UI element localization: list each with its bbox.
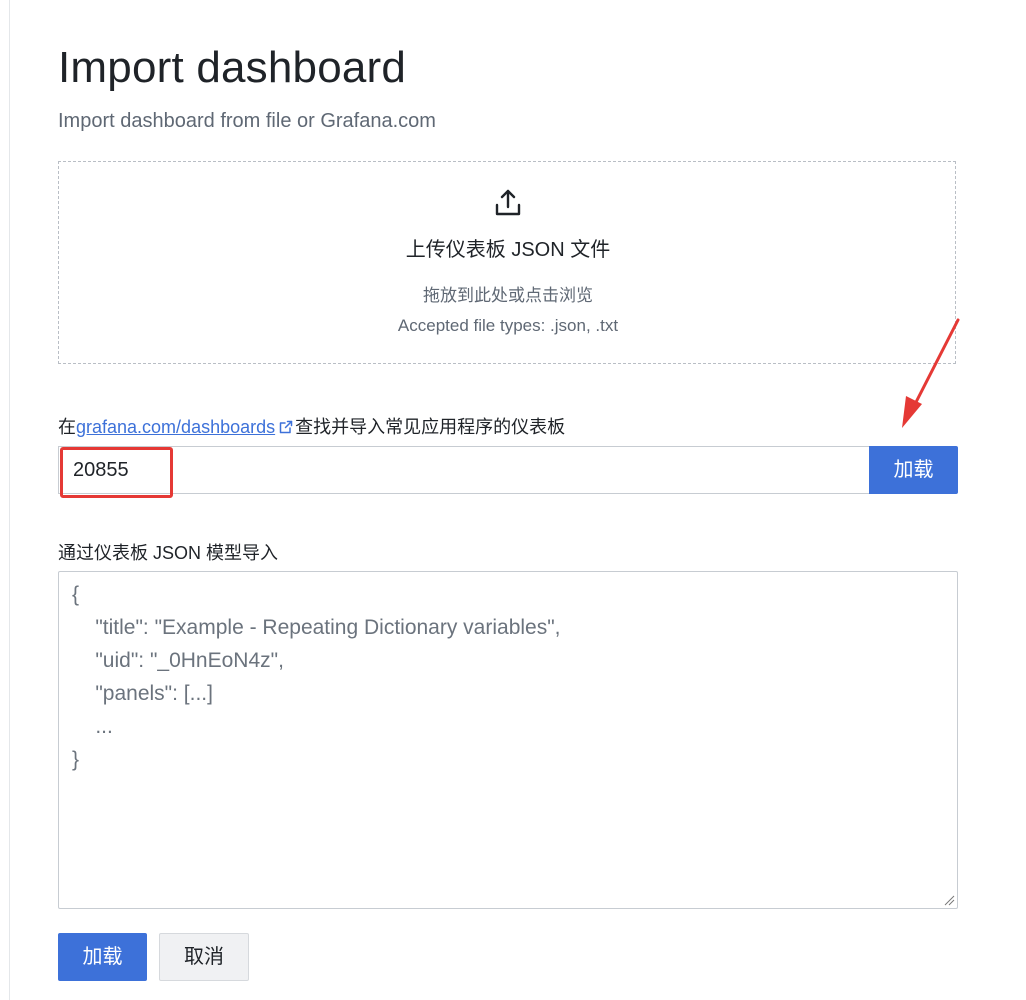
- grafana-com-label: 在grafana.com/dashboards 查找并导入常见应用程序的仪表板: [58, 414, 565, 440]
- grafana-dashboard-id-input[interactable]: [58, 446, 870, 494]
- json-placeholder-line: "title": "Example - Repeating Dictionary…: [72, 616, 561, 639]
- grafana-com-label-suffix: 查找并导入常见应用程序的仪表板: [295, 417, 566, 437]
- external-link-icon[interactable]: [279, 415, 293, 434]
- json-model-placeholder: { "title": "Example - Repeating Dictiona…: [72, 578, 561, 776]
- accepted-file-types: Accepted file types: .json, .txt: [397, 316, 619, 335]
- page-title: Import dashboard: [58, 43, 407, 92]
- load-button[interactable]: 加载: [58, 933, 147, 981]
- textarea-resize-handle[interactable]: [943, 894, 955, 906]
- upload-heading: 上传仪表板 JSON 文件: [405, 239, 611, 261]
- sidebar-divider: [9, 0, 10, 1000]
- json-placeholder-line: }: [72, 748, 80, 771]
- page-subtitle: Import dashboard from file or Grafana.co…: [58, 110, 436, 132]
- grafana-com-label-prefix: 在: [58, 417, 76, 437]
- json-placeholder-line: "uid": "_0HnEoN4z",: [72, 649, 284, 672]
- upload-browse-hint: 拖放到此处或点击浏览: [423, 286, 593, 305]
- json-placeholder-line: ...: [72, 715, 113, 738]
- cancel-button[interactable]: 取消: [159, 933, 249, 981]
- json-placeholder-line: "panels": [...]: [72, 682, 213, 705]
- json-placeholder-line: {: [72, 583, 80, 606]
- grafana-com-load-button[interactable]: 加载: [869, 446, 958, 494]
- grafana-com-dashboards-link[interactable]: grafana.com/dashboards: [76, 417, 275, 437]
- import-dashboard-page: Import dashboard Import dashboard from f…: [0, 0, 1026, 1000]
- upload-icon: [492, 187, 524, 219]
- json-model-label: 通过仪表板 JSON 模型导入: [58, 543, 279, 563]
